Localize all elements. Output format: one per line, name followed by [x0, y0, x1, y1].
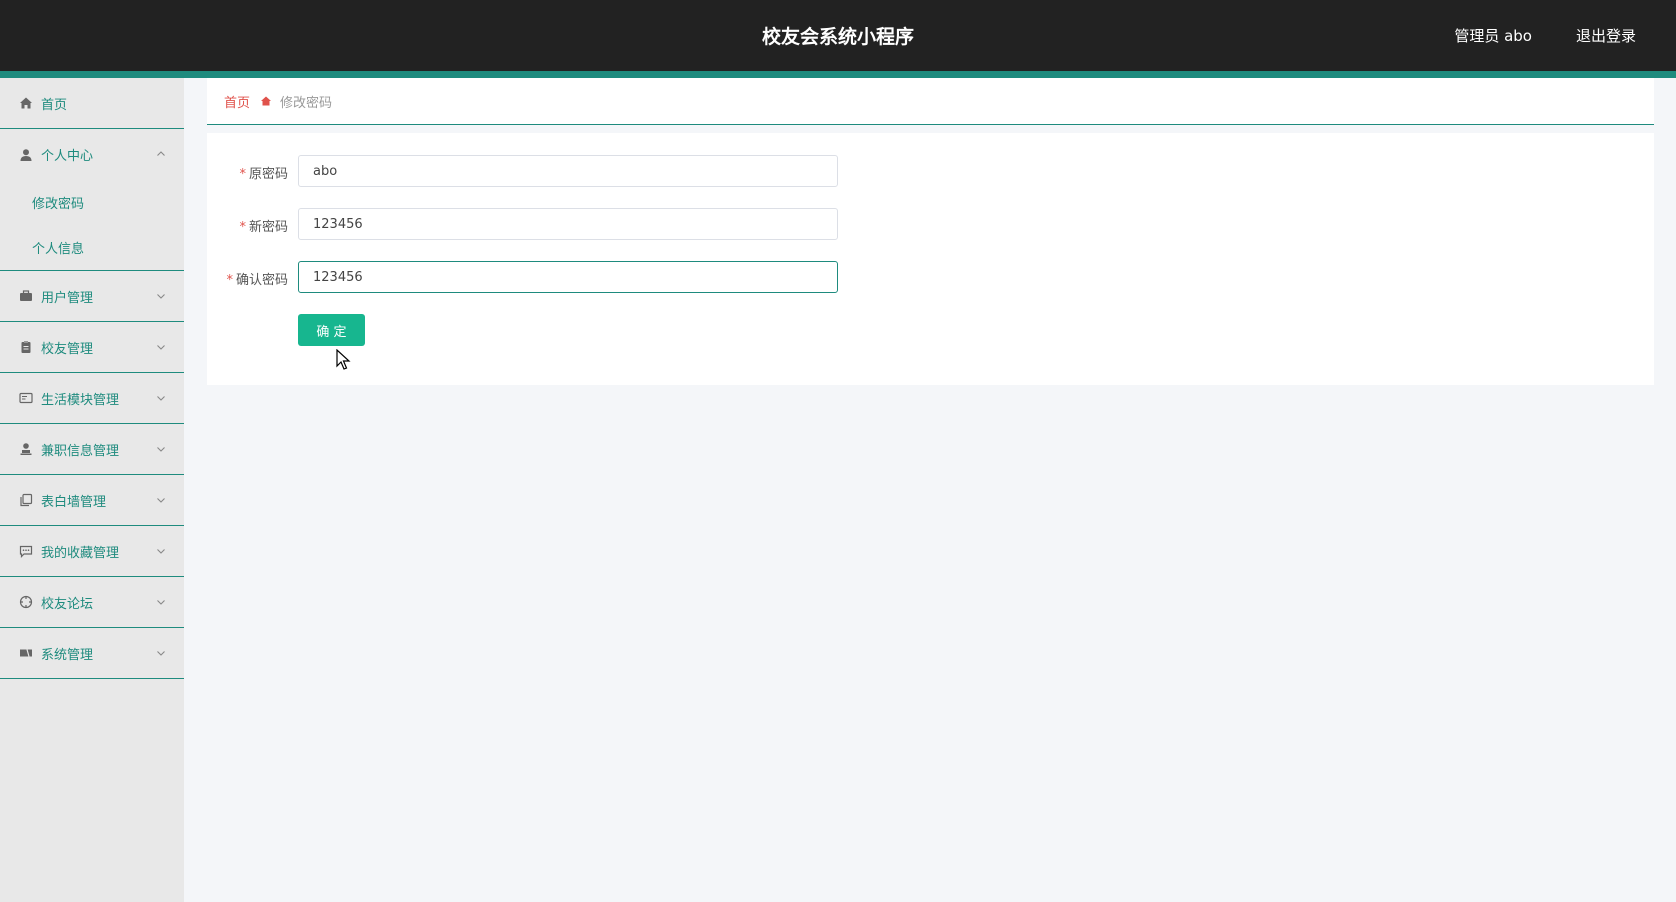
breadcrumb-current: 修改密码: [280, 95, 333, 111]
mouse-cursor-icon: [336, 348, 352, 371]
sidebar-item-favorites[interactable]: 我的收藏管理: [0, 526, 184, 577]
sidebar-item-label: 表白墙管理: [41, 494, 107, 510]
compass-icon: [18, 594, 34, 610]
sidebar: 首页 个人中心 修改密码 个人信息 用户管理 校友管理 生活模块管理 兼职信息管…: [0, 78, 184, 902]
app-title: 校友会系统小程序: [761, 26, 914, 48]
sidebar-item-system-management[interactable]: 系统管理: [0, 628, 184, 679]
id-card-icon: [18, 390, 34, 406]
sidebar-item-label: 兼职信息管理: [41, 443, 120, 459]
chevron-down-icon: [156, 546, 166, 556]
new-password-label: * 新密码: [239, 220, 288, 235]
breadcrumb: 首页 修改密码: [207, 78, 1654, 125]
current-user: 管理员 abo: [1454, 27, 1532, 45]
chevron-down-icon: [156, 648, 166, 658]
sidebar-item-confession-wall[interactable]: 表白墙管理: [0, 475, 184, 526]
old-password-input[interactable]: [298, 155, 838, 187]
old-password-label: * 原密码: [239, 167, 288, 182]
logout-link[interactable]: 退出登录: [1576, 25, 1636, 46]
new-password-input[interactable]: [298, 208, 838, 240]
copy-icon: [18, 492, 34, 508]
sidebar-item-label: 系统管理: [41, 647, 94, 663]
sidebar-item-label: 校友论坛: [41, 596, 94, 612]
confirm-password-input[interactable]: [298, 261, 838, 293]
form-row-new-password: * 新密码: [207, 208, 1654, 240]
sidebar-item-home[interactable]: 首页: [0, 78, 184, 129]
house-separator-icon: [260, 95, 272, 107]
chevron-up-icon: [156, 149, 166, 159]
chevron-down-icon: [156, 495, 166, 505]
sidebar-item-label: 我的收藏管理: [41, 545, 120, 561]
clipboard-icon: [18, 339, 34, 355]
sidebar-subitem-profile[interactable]: 个人信息: [0, 225, 184, 270]
change-password-form: *原密码 *新密码 *确认密码 确 定: [207, 133, 1654, 385]
personal-center-submenu: 修改密码 个人信息: [0, 180, 184, 271]
submit-button[interactable]: 确 定: [298, 314, 365, 346]
home-icon: [18, 95, 34, 111]
ticket-icon: [18, 645, 34, 661]
sidebar-item-life-module[interactable]: 生活模块管理: [0, 373, 184, 424]
sidebar-item-label: 生活模块管理: [41, 392, 120, 408]
chevron-down-icon: [156, 342, 166, 352]
sidebar-item-label: 个人中心: [41, 149, 94, 164]
sidebar-item-label: 校友管理: [41, 341, 94, 357]
chevron-down-icon: [156, 393, 166, 403]
chevron-down-icon: [156, 444, 166, 454]
sidebar-item-personal-center[interactable]: 个人中心: [0, 129, 184, 180]
sidebar-item-user-management[interactable]: 用户管理: [0, 271, 184, 322]
sidebar-item-label: 用户管理: [41, 290, 94, 306]
sidebar-item-alumni-forum[interactable]: 校友论坛: [0, 577, 184, 628]
form-row-old-password: * 原密码: [207, 155, 1654, 187]
message-icon: [18, 543, 34, 559]
chevron-down-icon: [156, 291, 166, 301]
confirm-password-label: * 确认密码: [226, 273, 288, 288]
user-stamp-icon: [18, 441, 34, 457]
user-icon: [18, 147, 34, 163]
sidebar-item-alumni-management[interactable]: 校友管理: [0, 322, 184, 373]
sidebar-subitem-change-password[interactable]: 修改密码: [0, 180, 184, 225]
top-bar: 校友会系统小程序 管理员 abo 退出登录: [0, 0, 1676, 71]
sidebar-item-label: 首页: [41, 97, 68, 113]
breadcrumb-home-link[interactable]: 首页: [224, 92, 250, 111]
form-row-confirm-password: * 确认密码: [207, 261, 1654, 293]
briefcase-icon: [18, 288, 34, 304]
sidebar-item-part-time[interactable]: 兼职信息管理: [0, 424, 184, 475]
chevron-down-icon: [156, 597, 166, 607]
top-bar-accent: [0, 71, 1676, 78]
